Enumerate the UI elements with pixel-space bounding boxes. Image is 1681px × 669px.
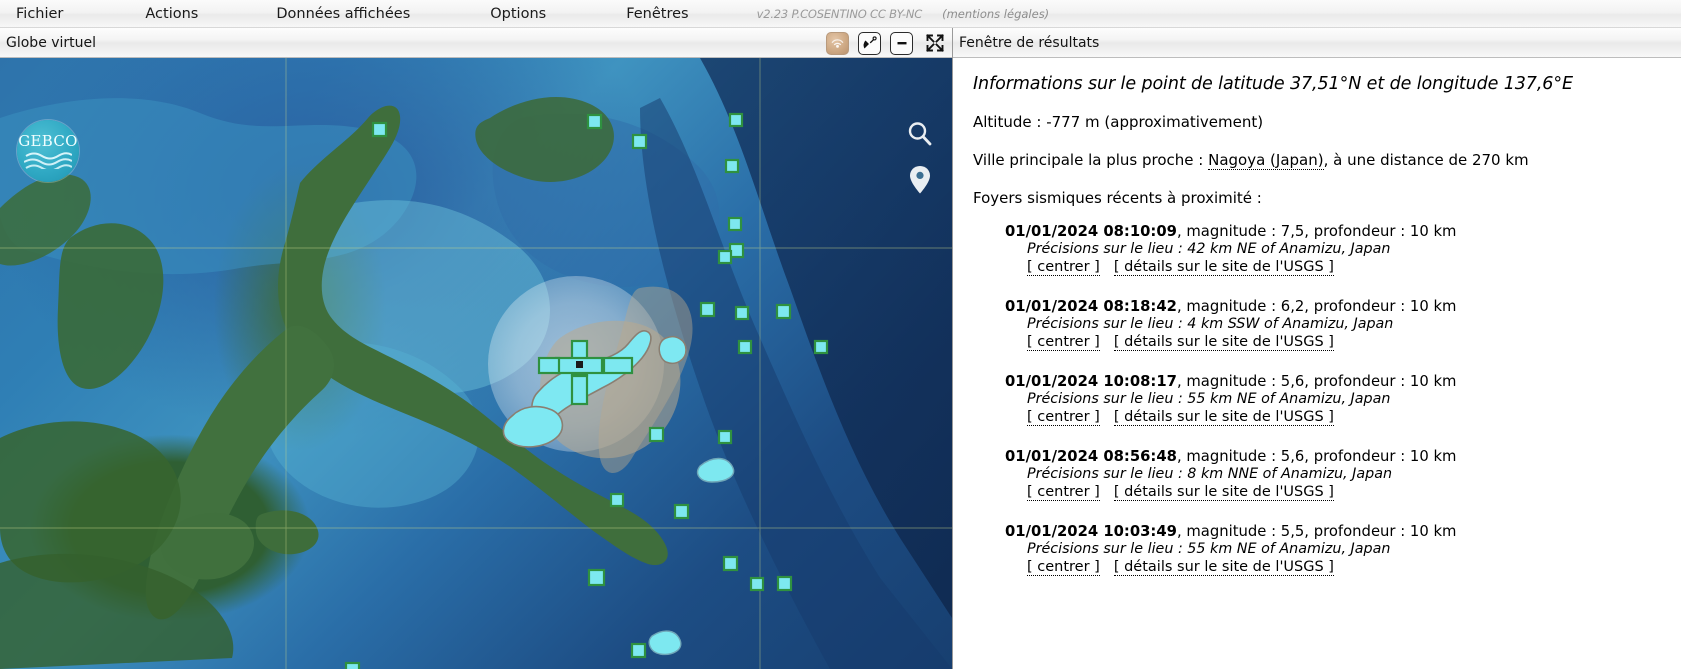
menu-fichier[interactable]: Fichier	[6, 0, 73, 28]
globe-panel: Globe virtuel GEBCO	[0, 28, 952, 669]
menu-bar: Fichier Actions Données affichées Option…	[0, 0, 1681, 28]
quake-actions: [ centrer ] [ détails sur le site de l'U…	[1027, 559, 1663, 576]
minimize-button[interactable]	[890, 31, 913, 55]
search-icon	[908, 122, 932, 146]
menu-actions-label: Actions	[145, 5, 199, 22]
usgs-details-link[interactable]: [ détails sur le site de l'USGS ]	[1113, 334, 1334, 351]
usgs-details-link[interactable]: [ détails sur le site de l'USGS ]	[1113, 559, 1334, 576]
center-link[interactable]: [ centrer ]	[1027, 559, 1100, 576]
usgs-details-link[interactable]: [ détails sur le site de l'USGS ]	[1113, 484, 1334, 501]
quake-magnitude-depth: , magnitude : 7,5, profondeur : 10 km	[1176, 223, 1457, 240]
menu-fichier-label: Fichier	[16, 5, 64, 22]
menu-donnees-affichees[interactable]: Données affichées	[266, 0, 420, 28]
center-link[interactable]: [ centrer ]	[1027, 334, 1100, 351]
gebco-waves-icon	[24, 151, 72, 169]
quake-summary: 01/01/2024 10:03:49, magnitude : 5,5, pr…	[1005, 523, 1663, 540]
quake-summary: 01/01/2024 08:18:42, magnitude : 6,2, pr…	[1005, 298, 1663, 315]
minus-icon	[897, 42, 906, 45]
expand-arrows-icon	[926, 34, 944, 52]
quake-actions: [ centrer ] [ détails sur le site de l'U…	[1027, 409, 1663, 426]
globe-panel-titlebar: Globe virtuel	[0, 28, 952, 58]
results-content: Informations sur le point de latitude 37…	[953, 58, 1681, 669]
results-heading: Informations sur le point de latitude 37…	[973, 74, 1573, 94]
gebco-logo-text: GEBCO	[18, 131, 78, 150]
results-panel-title: Fenêtre de résultats	[959, 34, 1100, 51]
quake-place: Précisions sur le lieu : 55 km NE of Ana…	[1027, 391, 1391, 407]
map-pin-icon	[910, 166, 930, 194]
recent-quakes-label: Foyers sismiques récents à proximité :	[973, 189, 1262, 207]
globe-texture-button[interactable]	[826, 31, 849, 55]
altitude-line: Altitude : -777 m (approximativement)	[973, 113, 1264, 131]
center-link[interactable]: [ centrer ]	[1027, 409, 1100, 426]
nearest-city-prefix: Ville principale la plus proche :	[973, 151, 1209, 169]
list-item: 01/01/2024 08:56:48, magnitude : 5,6, pr…	[1005, 448, 1663, 501]
map-search-tool[interactable]	[902, 116, 938, 152]
gebco-logo: GEBCO	[17, 120, 79, 182]
quake-actions: [ centrer ] [ détails sur le site de l'U…	[1027, 484, 1663, 501]
quake-datetime: 01/01/2024 10:08:17	[1005, 373, 1177, 390]
menu-options[interactable]: Options	[480, 0, 556, 28]
application-window: Fichier Actions Données affichées Option…	[0, 0, 1681, 669]
quake-datetime: 01/01/2024 08:10:09	[1005, 223, 1177, 240]
quake-place: Précisions sur le lieu : 8 km NNE of Ana…	[1027, 466, 1393, 482]
nearest-city-line: Ville principale la plus proche : Nagoya…	[973, 151, 1663, 170]
quake-place: Précisions sur le lieu : 42 km NE of Ana…	[1027, 241, 1391, 257]
usgs-details-link[interactable]: [ détails sur le site de l'USGS ]	[1113, 259, 1334, 276]
quake-actions: [ centrer ] [ détails sur le site de l'U…	[1027, 334, 1663, 351]
list-item: 01/01/2024 08:10:09, magnitude : 7,5, pr…	[1005, 223, 1663, 276]
list-item: 01/01/2024 08:18:42, magnitude : 6,2, pr…	[1005, 298, 1663, 351]
version-label: v2.23 P.COSENTINO CC BY-NC	[756, 6, 923, 21]
results-panel: Fenêtre de résultats Informations sur le…	[952, 28, 1681, 669]
satellite-dish-icon	[863, 36, 877, 49]
globe-swirl-icon	[831, 38, 844, 48]
quake-summary: 01/01/2024 10:08:17, magnitude : 5,6, pr…	[1005, 373, 1663, 390]
list-item: 01/01/2024 10:08:17, magnitude : 5,6, pr…	[1005, 373, 1663, 426]
menu-options-label: Options	[490, 5, 547, 22]
quake-magnitude-depth: , magnitude : 5,6, profondeur : 10 km	[1176, 448, 1457, 465]
earthquake-list: 01/01/2024 08:10:09, magnitude : 7,5, pr…	[973, 223, 1663, 576]
menu-fenetres-label: Fenêtres	[626, 5, 689, 22]
satellite-dish-button[interactable]	[858, 31, 881, 55]
results-panel-titlebar: Fenêtre de résultats	[953, 28, 1681, 58]
quake-place: Précisions sur le lieu : 55 km NE of Ana…	[1027, 541, 1391, 557]
quake-summary: 01/01/2024 08:56:48, magnitude : 5,6, pr…	[1005, 448, 1663, 465]
menu-actions[interactable]: Actions	[135, 0, 208, 28]
quake-actions: [ centrer ] [ détails sur le site de l'U…	[1027, 259, 1663, 276]
menu-fenetres[interactable]: Fenêtres	[616, 0, 698, 28]
center-link[interactable]: [ centrer ]	[1027, 484, 1100, 501]
legal-notice-link[interactable]: (mentions légales)	[942, 7, 1049, 21]
list-item: 01/01/2024 10:03:49, magnitude : 5,5, pr…	[1005, 523, 1663, 576]
quake-summary: 01/01/2024 08:10:09, magnitude : 7,5, pr…	[1005, 223, 1663, 240]
quake-datetime: 01/01/2024 08:56:48	[1005, 448, 1177, 465]
quake-place: Précisions sur le lieu : 4 km SSW of Ana…	[1027, 316, 1394, 332]
nearest-city-link[interactable]: Nagoya (Japan)	[1208, 151, 1324, 170]
map-pin-tool[interactable]	[902, 162, 938, 198]
center-link[interactable]: [ centrer ]	[1027, 259, 1100, 276]
map-overlay-layer	[0, 58, 952, 669]
quake-magnitude-depth: , magnitude : 5,6, profondeur : 10 km	[1176, 373, 1457, 390]
globe-panel-title: Globe virtuel	[6, 34, 97, 51]
quake-magnitude-depth: , magnitude : 5,5, profondeur : 10 km	[1176, 523, 1457, 540]
usgs-details-link[interactable]: [ détails sur le site de l'USGS ]	[1113, 409, 1334, 426]
fullscreen-button[interactable]	[922, 30, 948, 56]
quake-datetime: 01/01/2024 10:03:49	[1005, 523, 1177, 540]
globe-panel-titlebar-buttons	[826, 28, 948, 58]
virtual-globe-map[interactable]: GEBCO	[0, 58, 952, 669]
quake-magnitude-depth: , magnitude : 6,2, profondeur : 10 km	[1176, 298, 1457, 315]
menu-donnees-affichees-label: Données affichées	[276, 5, 411, 22]
nearest-city-suffix: , à une distance de 270 km	[1323, 151, 1529, 169]
quake-datetime: 01/01/2024 08:18:42	[1005, 298, 1177, 315]
